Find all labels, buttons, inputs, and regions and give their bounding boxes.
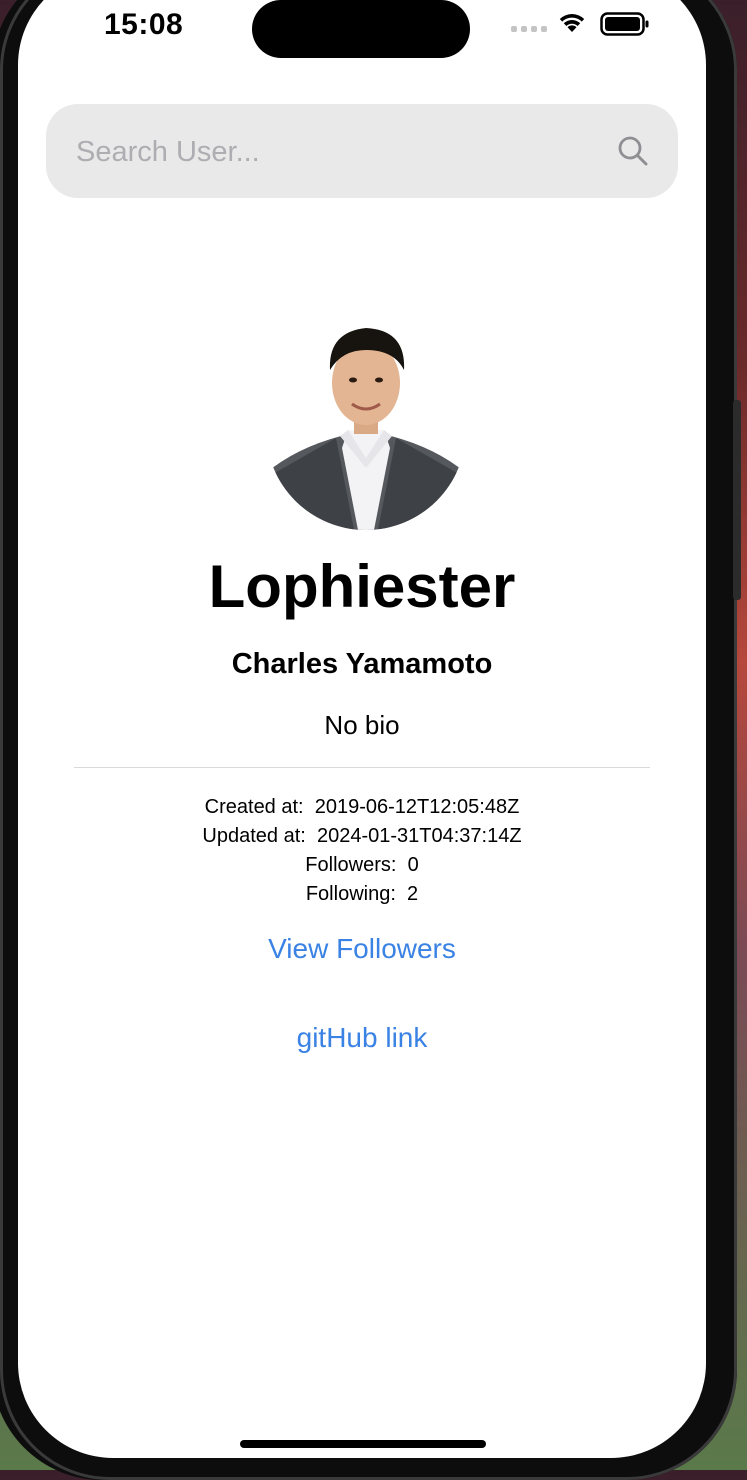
updated-at-value: 2024-01-31T04:37:14Z	[316, 825, 522, 847]
created-at-row: Created at: 2019-06-12T12:05:48Z	[18, 796, 706, 819]
search-bar[interactable]	[46, 104, 678, 200]
app-screen: 15:08 Search User... Lophiester Charles …	[18, 0, 706, 1458]
home-indicator[interactable]	[240, 1440, 486, 1448]
view-followers-link[interactable]: View Followers	[18, 933, 706, 965]
followers-row: Followers: 0	[18, 854, 706, 877]
following-row: Following: 2	[18, 883, 706, 906]
github-link[interactable]: gitHub link	[18, 1022, 706, 1054]
avatar	[266, 308, 466, 530]
following-label: Following:	[305, 883, 396, 905]
created-at-label: Created at:	[204, 796, 304, 818]
divider	[74, 767, 650, 768]
created-at-value: 2019-06-12T12:05:48Z	[314, 796, 520, 818]
side-button	[733, 400, 741, 600]
battery-icon	[600, 12, 649, 36]
username: Lophiester	[208, 553, 516, 620]
cellular-signal-icon	[511, 26, 547, 32]
full-name: Charles Yamamoto	[231, 648, 493, 680]
status-time: 15:08	[104, 8, 184, 41]
search-icon[interactable]	[616, 134, 650, 168]
dynamic-island	[252, 0, 470, 58]
followers-value: 0	[407, 854, 419, 876]
followers-label: Followers:	[305, 854, 397, 876]
bio: No bio	[324, 710, 400, 740]
search-input[interactable]	[74, 104, 598, 200]
wifi-icon	[559, 14, 585, 32]
updated-at-row: Updated at: 2024-01-31T04:37:14Z	[18, 825, 706, 848]
updated-at-label: Updated at:	[202, 825, 306, 847]
following-value: 2	[407, 883, 419, 905]
